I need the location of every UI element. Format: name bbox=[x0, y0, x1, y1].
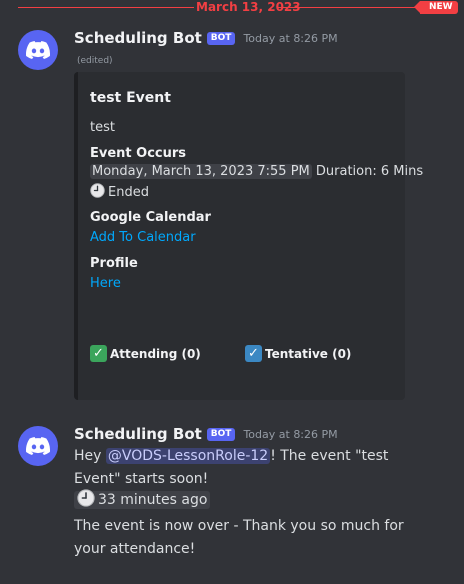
event-embed: test Event test Event Occurs Monday, Mar… bbox=[74, 72, 423, 400]
event-status: Ended bbox=[90, 183, 149, 200]
discord-logo-icon bbox=[26, 437, 50, 455]
event-duration: Duration: 6 Mins bbox=[315, 164, 424, 179]
check-mark-icon: ✓ bbox=[90, 345, 107, 362]
embed-title: test Event bbox=[90, 90, 171, 106]
message-text-2: The event is now over - Thank you so muc… bbox=[74, 518, 404, 557]
profile-link[interactable]: Here bbox=[90, 276, 121, 291]
field-profile: Profile bbox=[90, 256, 138, 271]
date-divider: March 13, 2023 NEW bbox=[0, 0, 464, 14]
attending-option[interactable]: ✓ Attending (0) bbox=[90, 345, 201, 362]
new-messages-badge: NEW bbox=[414, 1, 458, 14]
field-event-occurs: Event Occurs bbox=[90, 146, 187, 161]
message-header: Scheduling Bot BOT Today at 8:26 PM bbox=[74, 29, 338, 47]
divider-line-right bbox=[278, 7, 418, 8]
relative-time-label: 33 minutes ago bbox=[98, 492, 208, 508]
message-header: Scheduling Bot BOT Today at 8:26 PM bbox=[74, 425, 338, 443]
ended-label: Ended bbox=[108, 185, 149, 200]
check-box-icon: ✓ bbox=[245, 345, 262, 362]
username[interactable]: Scheduling Bot bbox=[74, 29, 202, 47]
message-text-start: Hey bbox=[74, 448, 106, 464]
clock-icon bbox=[77, 489, 95, 507]
timestamp[interactable]: Today at 8:26 PM bbox=[243, 32, 337, 45]
edited-label: (edited) bbox=[77, 56, 113, 66]
field-google-calendar: Google Calendar bbox=[90, 210, 211, 225]
attending-label: Attending (0) bbox=[110, 346, 201, 361]
tentative-label: Tentative (0) bbox=[265, 346, 352, 361]
bot-tag: BOT bbox=[206, 31, 236, 45]
bot-avatar[interactable] bbox=[18, 30, 58, 70]
username[interactable]: Scheduling Bot bbox=[74, 425, 202, 443]
field-event-occurs-value: Monday, March 13, 2023 7:55 PM Duration:… bbox=[90, 164, 423, 179]
event-time[interactable]: Monday, March 13, 2023 7:55 PM bbox=[90, 164, 312, 179]
bot-avatar[interactable] bbox=[18, 426, 58, 466]
add-to-calendar-link[interactable]: Add To Calendar bbox=[90, 230, 196, 245]
message-text: Hey @VODS-LessonRole-12! The event "test… bbox=[74, 445, 404, 491]
role-mention[interactable]: @VODS-LessonRole-12 bbox=[105, 448, 271, 464]
divider-line-left bbox=[18, 7, 194, 8]
tentative-option[interactable]: ✓ Tentative (0) bbox=[245, 345, 351, 362]
timestamp[interactable]: Today at 8:26 PM bbox=[243, 428, 337, 441]
discord-logo-icon bbox=[26, 41, 50, 59]
relative-time[interactable]: 33 minutes ago bbox=[74, 489, 211, 509]
relative-time-row: 33 minutes ago bbox=[74, 489, 404, 512]
embed-description: test bbox=[90, 120, 115, 135]
bot-tag: BOT bbox=[206, 427, 236, 441]
clock-icon bbox=[90, 183, 105, 198]
